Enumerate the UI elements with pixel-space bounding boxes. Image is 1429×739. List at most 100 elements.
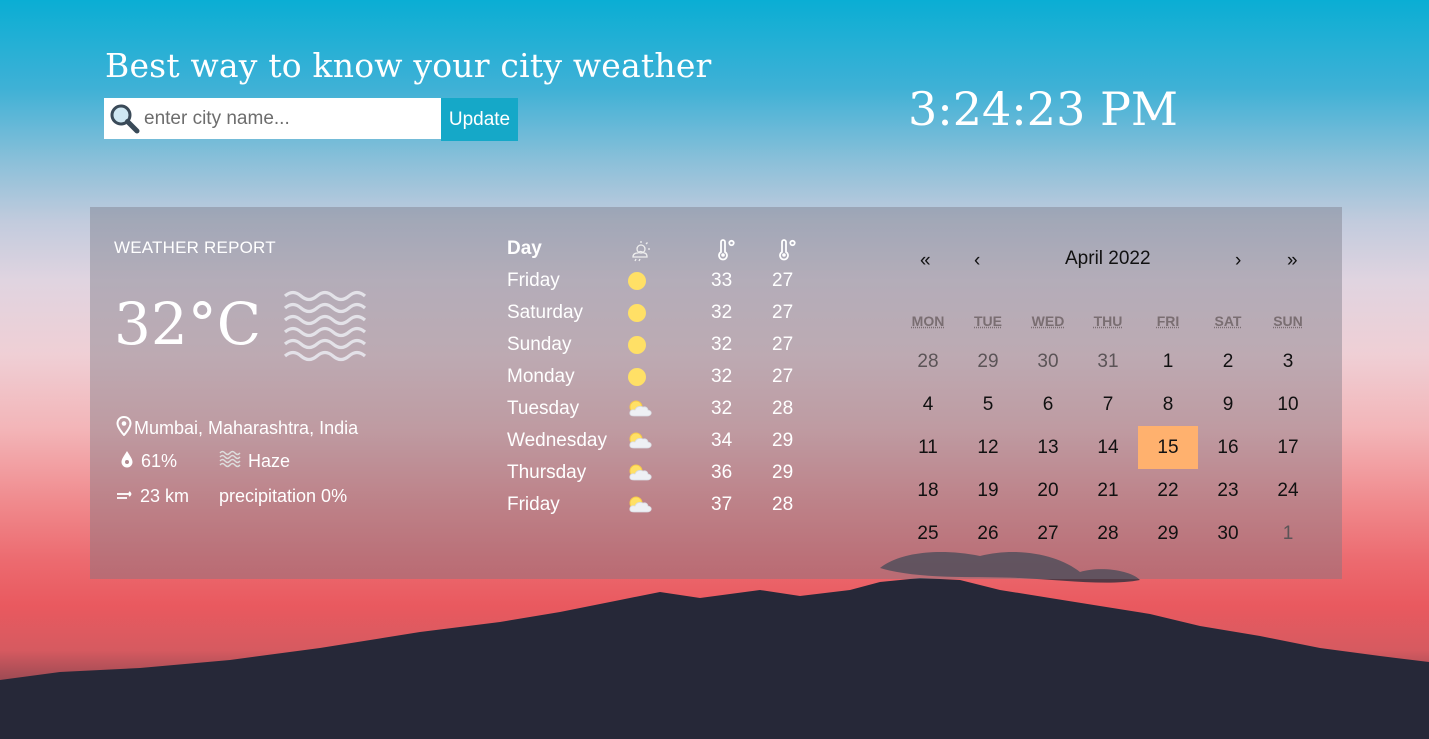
calendar-day[interactable]: 13: [1018, 426, 1078, 469]
page-title: Best way to know your city weather: [105, 46, 712, 85]
forecast-max-temp: 34: [711, 430, 733, 451]
forecast-min-temp: 28: [772, 494, 794, 515]
forecast-max-temp: 32: [711, 398, 733, 419]
forecast-min-temp: 29: [772, 430, 794, 451]
weekday-header: WED: [1031, 313, 1065, 329]
calendar-day[interactable]: 27: [1018, 512, 1078, 555]
calendar-day[interactable]: 7: [1078, 383, 1138, 426]
location-pin-icon: [116, 415, 132, 441]
prev-year-button[interactable]: «: [920, 250, 931, 272]
forecast-max-temp: 37: [711, 494, 733, 515]
calendar-day[interactable]: 30: [1018, 340, 1078, 383]
visibility-row: 23 km: [116, 486, 189, 507]
calendar-day[interactable]: 11: [898, 426, 958, 469]
forecast-day: Wednesday: [507, 430, 607, 451]
calendar-day[interactable]: 2: [1198, 340, 1258, 383]
calendar-day[interactable]: 28: [898, 340, 958, 383]
update-button[interactable]: Update: [441, 98, 518, 141]
calendar-day[interactable]: 18: [898, 469, 958, 512]
calendar-day[interactable]: 10: [1258, 383, 1318, 426]
city-search-input[interactable]: [144, 103, 434, 134]
forecast-row: Wednesday 34 29: [507, 430, 807, 456]
precipitation-text: precipitation 0%: [219, 486, 348, 506]
forecast-max-temp: 32: [711, 334, 733, 355]
forecast-row: Saturday 32 27: [507, 302, 807, 328]
calendar-day[interactable]: 26: [958, 512, 1018, 555]
wind-icon: [116, 486, 134, 507]
prev-month-button[interactable]: ‹: [974, 250, 980, 272]
calendar-day[interactable]: 25: [898, 512, 958, 555]
location-text: Mumbai, Maharashtra, India: [134, 418, 359, 438]
calendar-day[interactable]: 14: [1078, 426, 1138, 469]
forecast-max-temp: 32: [711, 366, 733, 387]
calendar-day[interactable]: 28: [1078, 512, 1138, 555]
report-title: WEATHER REPORT: [114, 238, 276, 257]
next-year-button[interactable]: »: [1287, 250, 1298, 272]
calendar-day[interactable]: 16: [1198, 426, 1258, 469]
weekday-header: TUE: [974, 313, 1002, 329]
forecast-day: Sunday: [507, 334, 572, 355]
forecast-day: Friday: [507, 494, 560, 515]
calendar-day[interactable]: 31: [1078, 340, 1138, 383]
forecast-day: Tuesday: [507, 398, 580, 419]
search-box[interactable]: [104, 98, 441, 139]
calendar-day[interactable]: 8: [1138, 383, 1198, 426]
forecast-header-row: Day: [507, 238, 807, 264]
forecast-min-temp: 27: [772, 270, 794, 291]
forecast-max-temp: 33: [711, 270, 733, 291]
calendar-day[interactable]: 1: [1258, 512, 1318, 555]
calendar-day[interactable]: 5: [958, 383, 1018, 426]
haze-small-icon: [219, 450, 241, 473]
calendar-day[interactable]: 23: [1198, 469, 1258, 512]
sun-icon: [627, 303, 647, 329]
calendar-day[interactable]: 22: [1138, 469, 1198, 512]
forecast-row: Monday 32 27: [507, 366, 807, 392]
partly-cloudy-icon: [627, 431, 653, 457]
calendar-day-today[interactable]: 15: [1138, 426, 1198, 469]
weather-header-icon: [629, 240, 651, 268]
sun-icon: [627, 335, 647, 361]
forecast-day: Saturday: [507, 302, 584, 323]
forecast-row: Friday 33 27: [507, 270, 807, 296]
calendar-day[interactable]: 21: [1078, 469, 1138, 512]
calendar-day[interactable]: 3: [1258, 340, 1318, 383]
max-temp-thermometer-icon: [715, 239, 737, 267]
magnifier-icon: [104, 98, 144, 139]
weekday-header: SUN: [1273, 313, 1303, 329]
condition-row: Haze: [219, 450, 290, 473]
humidity-row: 61%: [120, 450, 177, 473]
weekday-header: FRI: [1156, 313, 1180, 329]
forecast-day: Thursday: [507, 462, 587, 483]
calendar-day[interactable]: 24: [1258, 469, 1318, 512]
sun-icon: [627, 271, 647, 297]
calendar-day[interactable]: 4: [898, 383, 958, 426]
calendar-day[interactable]: 29: [958, 340, 1018, 383]
forecast-min-temp: 27: [772, 366, 794, 387]
sun-icon: [627, 367, 647, 393]
partly-cloudy-icon: [627, 399, 653, 425]
visibility-value: 23 km: [140, 486, 190, 506]
calendar-month-label[interactable]: April 2022: [1065, 248, 1151, 270]
calendar-day[interactable]: 6: [1018, 383, 1078, 426]
forecast-day: Friday: [507, 270, 560, 291]
forecast-day-header: Day: [507, 238, 542, 259]
calendar-day[interactable]: 17: [1258, 426, 1318, 469]
partly-cloudy-icon: [627, 495, 653, 521]
calendar-day[interactable]: 29: [1138, 512, 1198, 555]
calendar-day[interactable]: 12: [958, 426, 1018, 469]
forecast-min-temp: 27: [772, 302, 794, 323]
forecast-max-temp: 36: [711, 462, 733, 483]
next-month-button[interactable]: ›: [1235, 250, 1241, 272]
clock: 3:24:23 PM: [908, 82, 1179, 136]
calendar-day[interactable]: 20: [1018, 469, 1078, 512]
calendar-day[interactable]: 19: [958, 469, 1018, 512]
forecast-row: Tuesday 32 28: [507, 398, 807, 424]
calendar-day[interactable]: 9: [1198, 383, 1258, 426]
calendar-day[interactable]: 1: [1138, 340, 1198, 383]
weekday-header: SAT: [1214, 313, 1242, 329]
weekday-header: MON: [911, 313, 945, 329]
current-temperature: 32°C: [114, 290, 262, 358]
calendar-day[interactable]: 30: [1198, 512, 1258, 555]
location-row: Mumbai, Maharashtra, India: [116, 415, 359, 441]
weekday-header: THU: [1093, 313, 1123, 329]
